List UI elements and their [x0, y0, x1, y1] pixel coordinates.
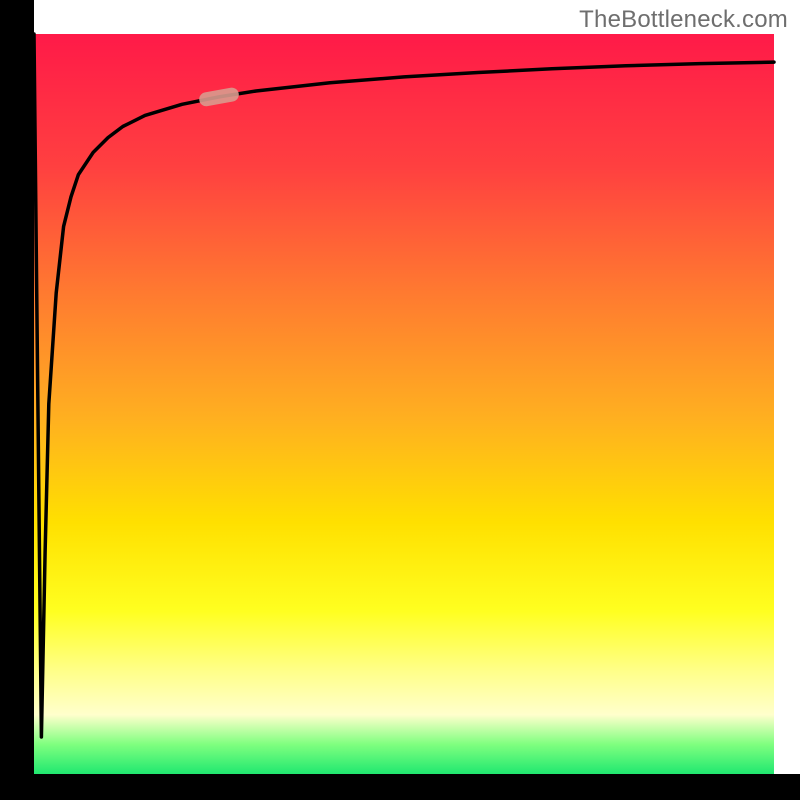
x-axis-bar: [0, 774, 800, 800]
y-axis-bar: [0, 0, 34, 774]
plot-area: [34, 34, 774, 774]
chart-frame: TheBottleneck.com: [0, 0, 800, 800]
highlight-marker: [198, 86, 240, 107]
bottleneck-curve: [34, 34, 774, 737]
watermark-text: TheBottleneck.com: [579, 6, 788, 34]
curve-layer: [34, 34, 774, 774]
